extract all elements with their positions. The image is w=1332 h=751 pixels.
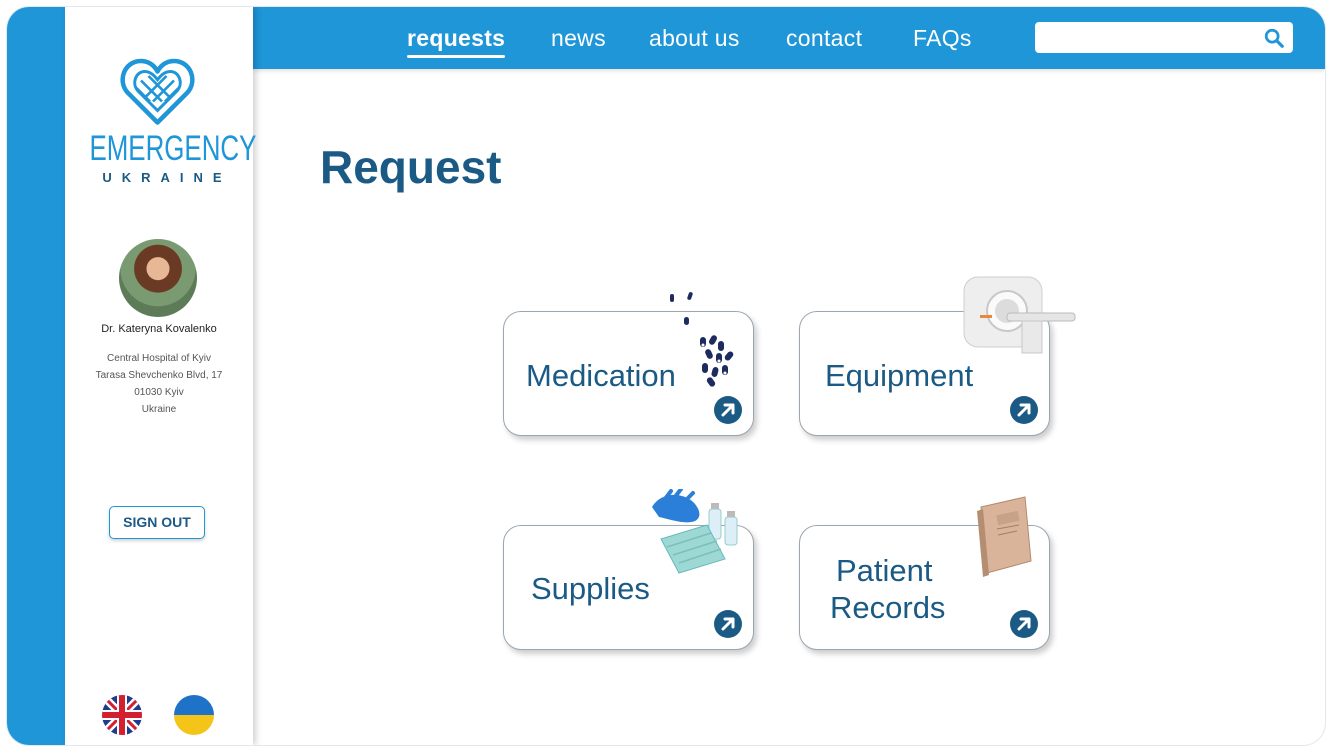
page-title: Request	[320, 141, 502, 193]
nav-faqs[interactable]: FAQs	[913, 25, 972, 52]
card-label-medication: Medication	[526, 358, 676, 393]
search-box	[1035, 22, 1293, 53]
arrow-circle-icon[interactable]	[713, 609, 743, 639]
ukraine-flag-icon[interactable]	[174, 695, 214, 735]
top-navigation-bar: requests news about us contact FAQs	[253, 7, 1325, 69]
card-label-supplies: Supplies	[531, 571, 650, 606]
nav-about-us[interactable]: about us	[649, 25, 740, 52]
sidebar: EMERGENCY UKRAINE Dr. Kateryna Kovalenko…	[65, 7, 257, 745]
uk-flag-icon[interactable]	[102, 695, 142, 735]
arrow-circle-icon[interactable]	[713, 395, 743, 425]
address-line-4: Ukraine	[141, 404, 177, 415]
app-window: requests news about us contact FAQs EMER…	[7, 7, 1325, 745]
avatar	[119, 239, 197, 317]
search-icon[interactable]	[1263, 27, 1285, 49]
capsules-image	[670, 292, 734, 387]
nav-news[interactable]: news	[551, 25, 606, 52]
nav-requests[interactable]: requests	[407, 25, 506, 58]
card-label-equipment: Equipment	[825, 358, 974, 393]
brand-name: EMERGENCY	[89, 129, 257, 168]
nav-contact[interactable]: contact	[786, 25, 862, 52]
brand-country: UKRAINE	[102, 170, 232, 185]
medical-supplies-image	[652, 489, 738, 574]
address-line-2: Tarasa Shevchenko Blvd, 17	[95, 370, 223, 381]
mri-scanner-image	[963, 276, 1076, 354]
profile-name: Dr. Kateryna Kovalenko	[101, 323, 217, 335]
heart-knot-logo	[120, 58, 195, 125]
address-line-1: Central Hospital of Kyiv	[107, 353, 211, 364]
card-label-patient: Patient	[836, 553, 933, 588]
address-line-3: 01030 Kyiv	[134, 387, 184, 398]
sign-out-button[interactable]: SIGN OUT	[109, 506, 205, 539]
left-stripe	[7, 7, 65, 745]
arrow-circle-icon[interactable]	[1009, 609, 1039, 639]
arrow-circle-icon[interactable]	[1009, 395, 1039, 425]
search-input[interactable]	[1035, 22, 1275, 53]
card-label-records: Records	[830, 590, 946, 625]
records-folder-image	[977, 496, 1032, 577]
